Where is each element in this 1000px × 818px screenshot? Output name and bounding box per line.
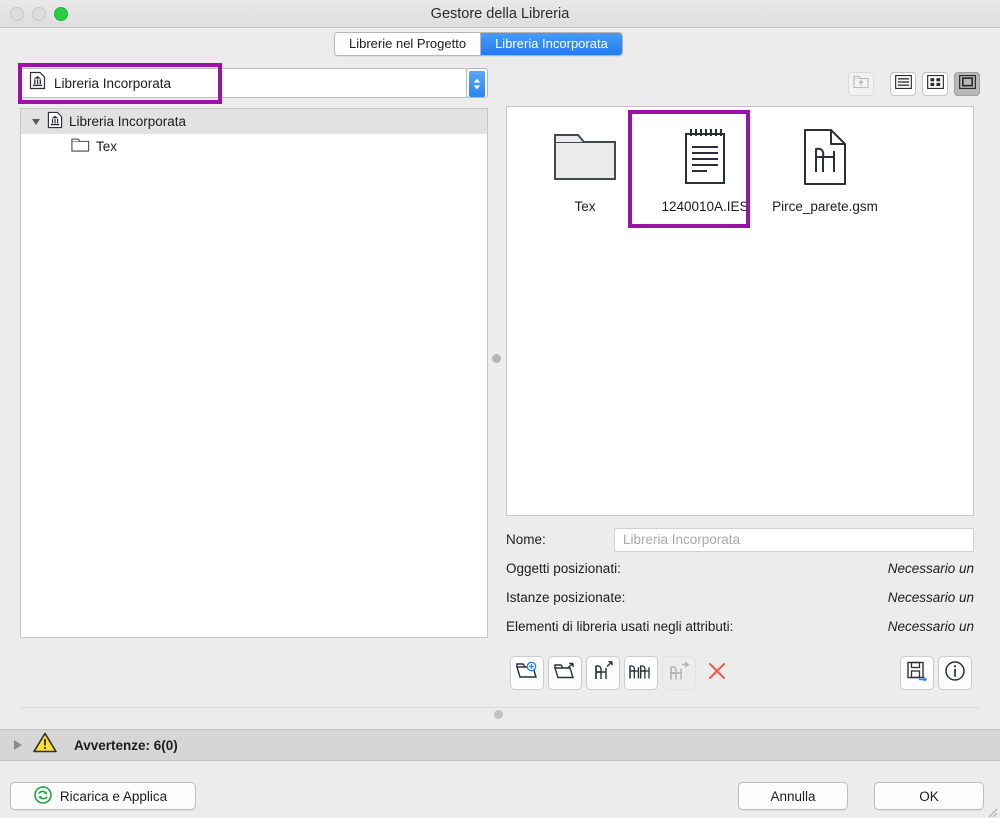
placed-instances-value: Necessario un: [887, 590, 974, 605]
placed-objects-label: Oggetti posizionati:: [506, 561, 621, 576]
attribute-elements-label: Elementi di libreria usati negli attribu…: [506, 619, 734, 634]
folder-up-icon: [853, 75, 869, 94]
refresh-circle-icon: [33, 785, 53, 808]
reload-and-apply-button[interactable]: Ricarica e Applica: [10, 782, 196, 810]
gsm-object-file-icon: [800, 125, 850, 189]
embedded-library-icon: [29, 71, 46, 95]
stepper-up-down-icon: [469, 71, 485, 97]
save-button[interactable]: [900, 656, 934, 690]
export-object-button[interactable]: [662, 656, 696, 690]
library-combo-box[interactable]: Libreria Incorporata: [20, 68, 488, 98]
close-x-icon: [707, 661, 727, 686]
tree-item-tex[interactable]: Tex: [21, 134, 487, 159]
delete-button[interactable]: [700, 656, 734, 690]
grid-view-icon: [926, 74, 944, 94]
splitter-handle[interactable]: [492, 354, 501, 363]
library-combo-stepper[interactable]: [466, 68, 488, 98]
toolbar-left-group: [510, 656, 734, 690]
add-object-button[interactable]: [586, 656, 620, 690]
window-title: Gestore della Libreria: [430, 6, 570, 22]
embedded-library-icon: [47, 111, 63, 132]
detail-row-attribute-elements: Elementi di libreria usati negli attribu…: [506, 612, 974, 641]
tree-item-label: Libreria Incorporata: [69, 114, 187, 129]
tab-project-libraries[interactable]: Librerie nel Progetto: [335, 33, 482, 55]
title-bar: Gestore della Libreria: [0, 0, 1000, 28]
vertical-splitter[interactable]: [489, 108, 504, 638]
horizontal-splitter[interactable]: [20, 707, 980, 721]
add-objects-button[interactable]: [624, 656, 658, 690]
resize-grip[interactable]: [986, 805, 998, 818]
info-circle-icon: [944, 660, 966, 687]
file-browser-panel[interactable]: Tex 1240010A.IES Pirce_parete.gsm: [506, 106, 974, 516]
cancel-button[interactable]: Annulla: [738, 782, 848, 810]
tree-item-label: Tex: [96, 139, 118, 154]
chevron-right-icon[interactable]: [14, 740, 22, 750]
icon-view-button[interactable]: [954, 72, 980, 96]
folder-plus-icon: [515, 661, 539, 686]
tree-item-embedded-library[interactable]: Libreria Incorporata: [21, 109, 487, 134]
placed-instances-label: Istanze posizionate:: [506, 590, 626, 605]
reload-and-apply-label: Ricarica e Applica: [59, 788, 168, 804]
file-item-label: Tex: [574, 199, 596, 214]
library-combo-field[interactable]: Libreria Incorporata: [20, 68, 468, 98]
attribute-elements-value: Necessario un: [887, 619, 974, 634]
folder-arrow-icon: [553, 661, 577, 686]
folder-icon: [71, 137, 90, 156]
library-manager-window: Gestore della Libreria Librerie nel Prog…: [0, 0, 1000, 818]
file-item-ies[interactable]: 1240010A.IES: [645, 121, 765, 215]
file-item-tex[interactable]: Tex: [525, 121, 645, 215]
name-input[interactable]: Libreria Incorporata: [614, 527, 974, 552]
icon-view-icon: [958, 74, 976, 94]
file-item-label: 1240010A.IES: [661, 199, 749, 214]
library-tree-panel[interactable]: Libreria Incorporata Tex: [20, 108, 488, 638]
ies-notepad-file-icon: [679, 125, 731, 189]
info-button[interactable]: [938, 656, 972, 690]
file-item-label: Pirce_parete.gsm: [772, 199, 878, 214]
save-disk-arrow-icon: [906, 660, 928, 686]
placed-objects-value: Necessario un: [887, 561, 974, 576]
splitter-handle[interactable]: [494, 710, 503, 719]
name-label: Nome:: [506, 532, 546, 547]
list-view-button[interactable]: [890, 72, 916, 96]
library-toolbar: [506, 656, 974, 690]
go-up-folder-button[interactable]: [848, 72, 874, 96]
open-library-button[interactable]: [548, 656, 582, 690]
warnings-label: Avvertenze: 6(0): [74, 737, 178, 753]
details-panel: Nome: Libreria Incorporata Oggetti posiz…: [506, 525, 974, 641]
folder-icon: [552, 125, 618, 189]
tab-bar: Librerie nel Progetto Libreria Incorpora…: [0, 29, 1000, 61]
file-icon-grid: Tex 1240010A.IES Pirce_parete.gsm: [507, 107, 973, 215]
chair-arrow-right-icon: [668, 660, 690, 686]
detail-row-placed-objects: Oggetti posizionati: Necessario un: [506, 554, 974, 583]
chevron-down-icon[interactable]: [32, 118, 40, 125]
library-combo-value: Libreria Incorporata: [54, 75, 172, 91]
detail-row-name: Nome: Libreria Incorporata: [506, 525, 974, 554]
tab-embedded-library[interactable]: Libreria Incorporata: [481, 33, 622, 55]
footer-bar: Ricarica e Applica Annulla OK: [0, 762, 1000, 818]
toolbar-right-group: [900, 656, 972, 690]
file-item-gsm[interactable]: Pirce_parete.gsm: [765, 121, 885, 215]
tab-segmented-control: Librerie nel Progetto Libreria Incorpora…: [334, 32, 623, 56]
ok-button[interactable]: OK: [874, 782, 984, 810]
grid-view-button[interactable]: [922, 72, 948, 96]
chairs-arrow-icon: [628, 660, 654, 686]
add-library-button[interactable]: [510, 656, 544, 690]
warning-triangle-icon: [32, 731, 58, 759]
detail-row-placed-instances: Istanze posizionate: Necessario un: [506, 583, 974, 612]
list-view-icon: [894, 74, 912, 94]
warnings-bar[interactable]: Avvertenze: 6(0): [0, 729, 1000, 761]
chair-arrow-up-icon: [592, 660, 614, 686]
view-mode-buttons: [848, 72, 980, 96]
